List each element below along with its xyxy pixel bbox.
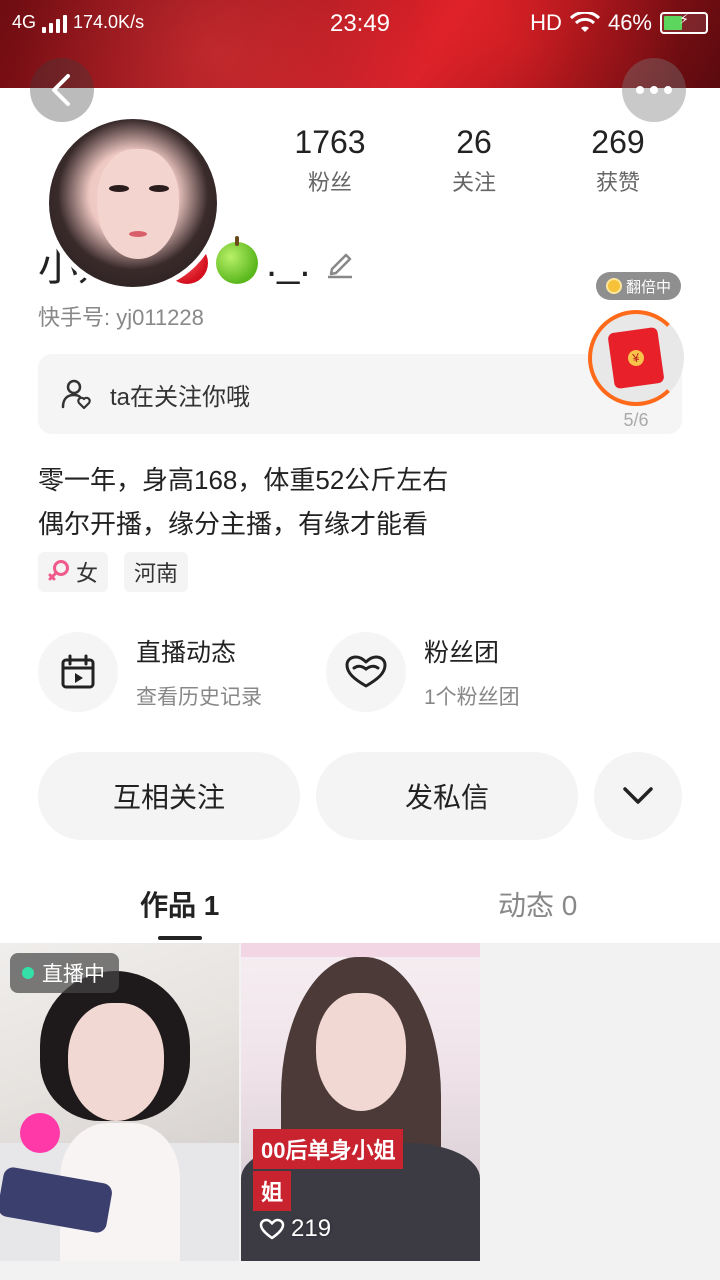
hd-indicator: HD xyxy=(530,10,562,35)
green-apple-icon xyxy=(216,236,258,284)
wifi-icon xyxy=(569,12,600,32)
caption-line-1: 00后单身小姐 xyxy=(253,1129,404,1169)
thumb-person-face xyxy=(316,993,406,1111)
red-packet-badge-text: 翻倍中 xyxy=(626,278,672,296)
profile-tags: 女 河南 xyxy=(38,552,189,592)
heart-mask-icon xyxy=(345,655,387,688)
stat-value: 269 xyxy=(591,124,645,160)
live-badge-text: 直播中 xyxy=(42,963,105,986)
back-button[interactable] xyxy=(30,58,94,122)
more-options-button[interactable] xyxy=(622,58,686,122)
send-message-button[interactable]: 发私信 xyxy=(316,752,578,840)
more-dot xyxy=(664,86,672,94)
live-history-entry[interactable]: 直播动态 查看历史记录 xyxy=(38,632,262,712)
chevron-down-icon xyxy=(623,787,653,804)
fan-club-entry[interactable]: 粉丝团 1个粉丝团 xyxy=(326,632,520,712)
coin-icon xyxy=(606,278,622,294)
bio-line: 零一年，身高168，体重52公斤左右 xyxy=(38,465,449,495)
stat-value: 26 xyxy=(456,124,492,160)
fan-club-title: 粉丝团 xyxy=(424,639,500,667)
work-thumbnail[interactable]: 00后单身小姐 姐 219 xyxy=(241,943,480,1261)
fan-club-subtitle: 1个粉丝团 xyxy=(424,686,520,709)
red-packet-progress-ring xyxy=(588,310,684,406)
live-history-title: 直播动态 xyxy=(136,639,237,667)
tab-works[interactable]: 作品 1 xyxy=(140,884,219,924)
gender-tag: 女 xyxy=(38,552,109,592)
gender-tag-label: 女 xyxy=(76,561,99,586)
charging-icon: ⚡ xyxy=(679,11,689,27)
active-tab-indicator xyxy=(158,936,202,940)
thumb-top-strip xyxy=(241,943,480,957)
stat-following[interactable]: 26 关注 xyxy=(404,124,544,197)
stat-label: 粉丝 xyxy=(307,170,352,195)
battery-percent: 46% xyxy=(607,10,652,35)
live-history-text: 直播动态 查看历史记录 xyxy=(136,633,262,711)
stat-likes[interactable]: 269 获赞 xyxy=(548,124,688,197)
calendar-play-icon xyxy=(61,654,95,689)
red-packet-badge: 翻倍中 xyxy=(596,272,682,300)
works-grid: 直播中 00后单身小姐 姐 219 xyxy=(0,943,720,1280)
bio: 零一年，身高168，体重52公斤左右 偶尔开播，缘分主播，有缘才能看 xyxy=(38,458,448,546)
fan-club-icon-wrap xyxy=(326,632,406,712)
live-history-icon-wrap xyxy=(38,632,118,712)
likes-count: 219 xyxy=(259,1215,331,1243)
live-dot xyxy=(22,967,34,979)
stat-followers[interactable]: 1763 粉丝 xyxy=(260,124,400,197)
user-id: 快手号: yj011228 xyxy=(38,305,204,330)
tab-moments[interactable]: 动态 0 xyxy=(498,884,577,924)
follow-back-label: 互相关注 xyxy=(112,782,225,813)
avatar[interactable] xyxy=(44,114,222,292)
edit-icon[interactable] xyxy=(324,247,356,279)
stat-label: 获赞 xyxy=(595,170,640,195)
more-dot xyxy=(650,86,658,94)
content-tabs: 作品 1 动态 0 xyxy=(0,868,720,940)
avatar-eye xyxy=(149,185,169,192)
red-packet-widget[interactable]: 翻倍中 5/6 xyxy=(586,272,686,430)
female-icon xyxy=(48,560,69,581)
status-right: HD 46% ⚡ xyxy=(530,10,708,36)
likes-value: 219 xyxy=(291,1215,332,1242)
fan-club-text: 粉丝团 1个粉丝团 xyxy=(424,633,520,711)
thumb-person-face xyxy=(68,1003,164,1121)
stat-value: 1763 xyxy=(294,124,366,160)
heart-outline-icon xyxy=(259,1218,285,1240)
follow-back-button[interactable]: 互相关注 xyxy=(38,752,300,840)
location-tag-label: 河南 xyxy=(134,561,179,586)
live-history-subtitle: 查看历史记录 xyxy=(136,686,262,709)
more-dot xyxy=(636,86,644,94)
bio-line: 偶尔开播，缘分主播，有缘才能看 xyxy=(38,509,429,539)
expand-more-button[interactable] xyxy=(594,752,682,840)
avatar-face xyxy=(97,149,179,259)
red-packet-count: 5/6 xyxy=(623,410,649,430)
thumb-decoration xyxy=(20,1113,60,1153)
profile-card: 1763 粉丝 26 关注 269 获赞 小姑娘 ._. 快手号: yj0112… xyxy=(0,88,720,1280)
user-heart-icon xyxy=(61,379,91,410)
live-badge: 直播中 xyxy=(10,953,119,993)
caption-line-2: 姐 xyxy=(253,1171,292,1211)
avatar-eye xyxy=(109,185,129,192)
work-thumbnail-live[interactable]: 直播中 xyxy=(0,943,239,1261)
avatar-lip xyxy=(129,231,147,237)
follow-notice-text: ta在关注你哦 xyxy=(110,383,251,411)
location-tag: 河南 xyxy=(124,552,189,592)
stat-label: 关注 xyxy=(451,170,496,195)
username-suffix: ._. xyxy=(266,240,311,285)
status-bar: 4G 174.0K/s 23:49 HD 46% ⚡ xyxy=(0,0,720,50)
red-envelope-icon xyxy=(607,326,665,390)
battery-icon: ⚡ xyxy=(660,11,708,34)
chevron-left-icon xyxy=(52,74,70,106)
send-message-label: 发私信 xyxy=(404,782,489,813)
